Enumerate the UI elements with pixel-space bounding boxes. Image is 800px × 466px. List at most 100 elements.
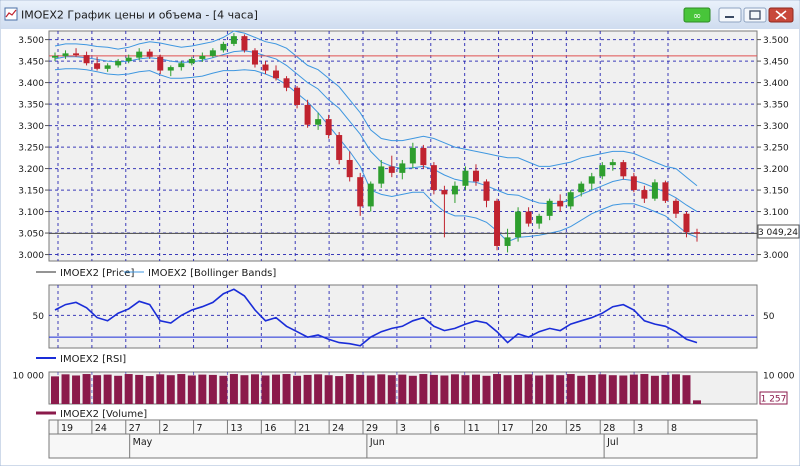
candle-up bbox=[451, 185, 458, 195]
candle-up bbox=[367, 183, 374, 207]
volume-bar bbox=[450, 374, 459, 404]
volume-bar bbox=[545, 374, 554, 404]
rsi-plot-area[interactable] bbox=[48, 284, 758, 349]
price-tick-label-right: 3.300 bbox=[763, 122, 789, 132]
date-tick-label: 7 bbox=[197, 423, 203, 434]
volume-bar bbox=[419, 374, 428, 404]
volume-bar bbox=[72, 375, 81, 404]
volume-bar bbox=[598, 374, 607, 404]
volume-bar bbox=[429, 374, 438, 404]
candle-down bbox=[262, 64, 269, 71]
link-icon[interactable]: ∞ bbox=[683, 7, 711, 23]
volume-bar bbox=[408, 375, 417, 404]
maximize-icon[interactable] bbox=[743, 7, 767, 23]
volume-bar bbox=[93, 375, 102, 404]
date-tick-label: 19 bbox=[61, 423, 73, 434]
volume-bar bbox=[471, 374, 480, 404]
candle-up bbox=[167, 67, 174, 71]
price-tick-label-left: 3.300 bbox=[18, 122, 44, 132]
price-tick-label-right: 3.350 bbox=[763, 101, 789, 111]
rsi-tick-label-right: 50 bbox=[763, 312, 775, 322]
candle-down bbox=[388, 166, 395, 173]
candle-up bbox=[546, 200, 553, 216]
svg-text:IMOEX2 [RSI]: IMOEX2 [RSI] bbox=[60, 354, 126, 365]
last-volume-label: 1 257 bbox=[761, 395, 787, 405]
candle-up bbox=[230, 36, 237, 44]
candle-down bbox=[146, 51, 153, 57]
candle-down bbox=[557, 200, 564, 207]
candle-up bbox=[536, 215, 543, 224]
candle-down bbox=[357, 177, 364, 207]
date-tick-label: 3 bbox=[400, 423, 406, 434]
volume-bar bbox=[493, 374, 502, 404]
candle-down bbox=[273, 70, 280, 79]
volume-tick-label-right: 10 000 bbox=[763, 371, 795, 381]
minimize-icon[interactable] bbox=[718, 7, 742, 23]
candle-down bbox=[157, 56, 164, 71]
candle-up bbox=[188, 58, 195, 64]
volume-bar bbox=[82, 374, 91, 404]
candle-up bbox=[136, 51, 143, 58]
candle-down bbox=[525, 211, 532, 224]
volume-bar bbox=[608, 375, 617, 404]
volume-bar bbox=[650, 375, 659, 404]
price-tick-label-right: 3.000 bbox=[763, 251, 789, 261]
volume-bar bbox=[219, 375, 228, 404]
volume-bar bbox=[135, 374, 144, 404]
price-tick-label-left: 3.000 bbox=[18, 251, 44, 261]
candle-up bbox=[462, 170, 469, 186]
date-tick-label: 20 bbox=[535, 423, 547, 434]
volume-bar bbox=[145, 376, 154, 404]
candle-down bbox=[325, 119, 332, 136]
volume-bar bbox=[282, 374, 291, 404]
month-label: Jul bbox=[606, 437, 618, 448]
volume-bar bbox=[377, 374, 386, 404]
candle-down bbox=[472, 170, 479, 182]
volume-bar bbox=[524, 374, 533, 404]
volume-bar bbox=[272, 374, 281, 404]
svg-text:IMOEX2 [Bollinger Bands]: IMOEX2 [Bollinger Bands] bbox=[148, 268, 276, 279]
candle-up bbox=[220, 43, 227, 51]
candle-down bbox=[430, 165, 437, 191]
date-tick-label: 29 bbox=[366, 423, 378, 434]
price-plot-area[interactable] bbox=[48, 30, 758, 262]
candle-up bbox=[599, 165, 606, 177]
rsi-tick-label-left: 50 bbox=[33, 312, 45, 322]
candle-up bbox=[315, 119, 322, 125]
candle-up bbox=[115, 61, 122, 66]
date-tick-label: 25 bbox=[569, 423, 581, 434]
price-tick-label-left: 3.150 bbox=[18, 187, 44, 197]
candle-up bbox=[62, 53, 69, 56]
chart-window-icon bbox=[4, 7, 18, 21]
candle-down bbox=[672, 200, 679, 214]
volume-bar bbox=[187, 375, 196, 404]
candle-down bbox=[683, 213, 690, 233]
close-icon[interactable] bbox=[768, 7, 794, 23]
price-tick-label-right: 3.200 bbox=[763, 165, 789, 175]
volume-bar bbox=[577, 375, 586, 404]
volume-bar bbox=[177, 374, 186, 404]
window-title: IMOEX2 График цены и объема - [4 часа] bbox=[21, 9, 258, 22]
candle-up bbox=[104, 65, 111, 69]
volume-bar bbox=[103, 374, 112, 404]
candle-down bbox=[346, 159, 353, 178]
volume-bar bbox=[261, 375, 270, 404]
candle-down bbox=[494, 200, 501, 246]
price-tick-label-right: 3.100 bbox=[763, 208, 789, 218]
candle-up bbox=[52, 55, 58, 58]
svg-text:∞: ∞ bbox=[693, 11, 701, 22]
date-tick-label: 6 bbox=[434, 423, 440, 434]
volume-bar bbox=[387, 375, 396, 404]
candle-down bbox=[641, 190, 648, 199]
volume-bar bbox=[566, 374, 575, 404]
candle-up bbox=[409, 147, 416, 164]
date-tick-label: 11 bbox=[468, 423, 480, 434]
date-tick-label: 13 bbox=[230, 423, 242, 434]
volume-bar bbox=[208, 374, 217, 404]
volume-bar bbox=[51, 376, 59, 404]
volume-bar bbox=[240, 375, 249, 404]
volume-bar bbox=[640, 374, 649, 404]
chart-window: IMOEX2 График цены и объема - [4 часа] ∞… bbox=[0, 0, 800, 466]
volume-bar bbox=[671, 374, 680, 404]
candle-down bbox=[73, 53, 80, 56]
